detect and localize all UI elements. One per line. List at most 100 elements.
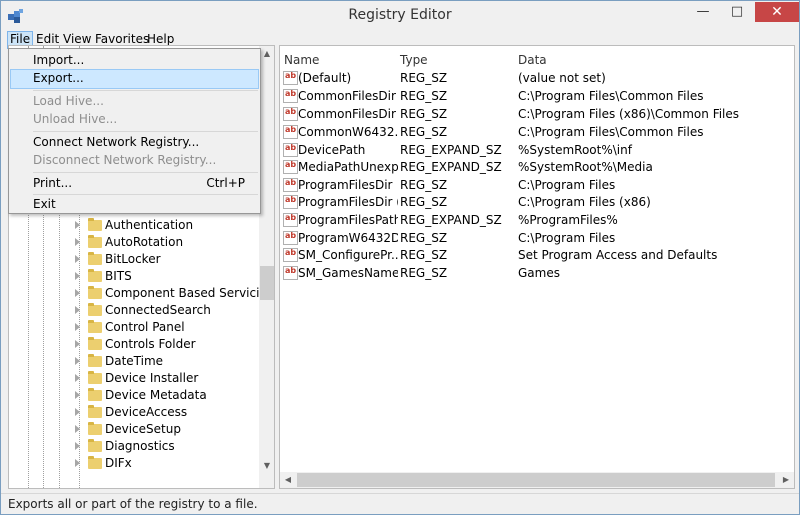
status-text: Exports all or part of the registry to a…	[8, 497, 258, 511]
value-data: C:\Program Files	[518, 231, 616, 245]
menu-item-disconnect-network-registry: Disconnect Network Registry...	[33, 153, 217, 167]
value-data: C:\Program Files	[518, 178, 616, 192]
scroll-left-arrow-icon[interactable]: ◀	[280, 472, 296, 488]
tree-item-label: BITS	[105, 269, 132, 283]
value-name: CommonFilesDir	[298, 89, 396, 103]
string-value-icon: ab	[283, 107, 298, 121]
tree-vertical-scrollbar[interactable]: ▲ ▼	[259, 46, 274, 488]
expand-arrow-icon[interactable]	[75, 323, 80, 331]
value-row[interactable]: abProgramFilesDir (...REG_SZ C:\Program F…	[280, 194, 792, 211]
value-type: REG_EXPAND_SZ	[400, 143, 502, 157]
expand-arrow-icon[interactable]	[75, 442, 80, 450]
values-horizontal-scrollbar[interactable]: ◀ ▶	[280, 472, 794, 488]
folder-icon	[88, 354, 102, 367]
minimize-button[interactable]: —	[689, 2, 717, 22]
value-name: (Default)	[298, 71, 352, 85]
folder-icon	[88, 439, 102, 452]
value-name: DevicePath	[298, 143, 366, 157]
string-value-icon: ab	[283, 248, 298, 262]
scroll-down-arrow-icon[interactable]: ▼	[259, 458, 274, 474]
folder-icon	[88, 320, 102, 333]
tree-item-label: Component Based Servicing	[105, 286, 275, 300]
folder-icon	[88, 422, 102, 435]
string-value-icon: ab	[283, 89, 298, 103]
string-value-icon: ab	[283, 143, 298, 157]
tree-item-label: Diagnostics	[105, 439, 175, 453]
menu-item-exit[interactable]: Exit	[10, 195, 259, 215]
value-type: REG_SZ	[400, 178, 448, 192]
maximize-button[interactable]: □	[723, 2, 751, 22]
value-type: REG_SZ	[400, 125, 448, 139]
scroll-right-arrow-icon[interactable]: ▶	[778, 472, 794, 488]
value-name: CommonW6432...	[298, 125, 398, 139]
value-row[interactable]: ab (Default) REG_SZ (value not set)	[280, 70, 792, 87]
scrollbar-thumb[interactable]	[260, 266, 274, 300]
tree-item-label: Device Metadata	[105, 388, 207, 402]
string-value-icon: ab	[283, 195, 298, 209]
scrollbar-thumb[interactable]	[297, 473, 775, 487]
tree-item-label: BitLocker	[105, 252, 161, 266]
string-value-icon: ab	[283, 266, 298, 280]
string-value-icon: ab	[283, 231, 298, 245]
value-row[interactable]: ab ProgramFilesPath REG_EXPAND_SZ %ProgramF…	[280, 212, 792, 229]
status-bar: Exports all or part of the registry to a…	[1, 493, 799, 514]
tree-item-label: Authentication	[105, 218, 194, 232]
value-row[interactable]: abCommonFilesDir (...REG_SZ C:\Program Fi…	[280, 106, 792, 123]
value-row[interactable]: ab SM_ConfigurePr... REG_SZ Set Program Acc…	[280, 247, 792, 264]
menu-item-export[interactable]: Export...	[10, 69, 259, 89]
expand-arrow-icon[interactable]	[75, 357, 80, 365]
expand-arrow-icon[interactable]	[75, 374, 80, 382]
expand-arrow-icon[interactable]	[75, 289, 80, 297]
folder-icon	[88, 286, 102, 299]
menu-item-connect-network-registry[interactable]: Connect Network Registry...	[10, 133, 259, 153]
expand-arrow-icon[interactable]	[75, 306, 80, 314]
column-header-data[interactable]: Data	[518, 53, 547, 67]
value-row[interactable]: abMediaPathUnexp...REG_EXPAND_SZ %SystemR…	[280, 159, 792, 176]
column-header-type[interactable]: Type	[400, 53, 428, 67]
expand-arrow-icon[interactable]	[75, 408, 80, 416]
value-data: %SystemRoot%\Media	[518, 160, 653, 174]
close-button[interactable]: ✕	[755, 2, 799, 22]
expand-arrow-icon[interactable]	[75, 340, 80, 348]
value-row[interactable]: ab SM_GamesName REG_SZ Games	[280, 265, 792, 282]
folder-icon	[88, 235, 102, 248]
expand-arrow-icon[interactable]	[75, 425, 80, 433]
tree-item-label: DeviceAccess	[105, 405, 188, 419]
value-row[interactable]: ab CommonW6432... REG_SZ C:\Program Files\C…	[280, 124, 792, 141]
scroll-up-arrow-icon[interactable]: ▲	[259, 46, 274, 62]
column-header-name[interactable]: Name	[284, 53, 319, 67]
expand-arrow-icon[interactable]	[75, 221, 80, 229]
value-row[interactable]: ab ProgramW6432Dir REG_SZ C:\Program Files	[280, 230, 792, 247]
tree-item-label: Device Installer	[105, 371, 199, 385]
tree-item-label: Control Panel	[105, 320, 185, 334]
value-row[interactable]: ab ProgramFilesDir REG_SZ C:\Program Files	[280, 177, 792, 194]
value-name: MediaPathUnexp...	[298, 160, 398, 174]
value-data: %ProgramFiles%	[518, 213, 618, 227]
menu-item-print[interactable]: Print... Ctrl+P	[10, 174, 259, 194]
title-bar[interactable]: Registry Editor — □ ✕	[1, 1, 799, 31]
menu-separator	[33, 90, 258, 91]
value-name: CommonFilesDir (...	[298, 107, 398, 121]
expand-arrow-icon[interactable]	[75, 391, 80, 399]
expand-arrow-icon[interactable]	[75, 459, 80, 467]
window-title: Registry Editor	[348, 7, 452, 23]
value-type: REG_SZ	[400, 71, 448, 85]
value-data: C:\Program Files (x86)\Common Files	[518, 107, 740, 121]
string-value-icon: ab	[283, 213, 298, 227]
expand-arrow-icon[interactable]	[75, 238, 80, 246]
values-list-pane[interactable]: Name Type Data ab (Default) REG_SZ (value n…	[279, 45, 795, 489]
expand-arrow-icon[interactable]	[75, 272, 80, 280]
value-type: REG_SZ	[400, 248, 448, 262]
value-row[interactable]: ab DevicePath REG_EXPAND_SZ %SystemRoot%\in…	[280, 142, 792, 159]
value-row[interactable]: ab CommonFilesDir REG_SZ C:\Program Files\C…	[280, 88, 792, 105]
menu-item-import[interactable]: Import...	[10, 51, 259, 71]
tree-item-label: DIFx	[105, 456, 132, 470]
value-name: ProgramFilesDir (...	[298, 195, 398, 209]
expand-arrow-icon[interactable]	[75, 255, 80, 263]
menu-item-load-hive: Load Hive...	[33, 94, 104, 108]
value-name: ProgramFilesPath	[298, 213, 398, 227]
value-type: REG_SZ	[400, 266, 448, 280]
folder-icon	[88, 252, 102, 265]
string-value-icon: ab	[283, 160, 298, 174]
folder-icon	[88, 337, 102, 350]
